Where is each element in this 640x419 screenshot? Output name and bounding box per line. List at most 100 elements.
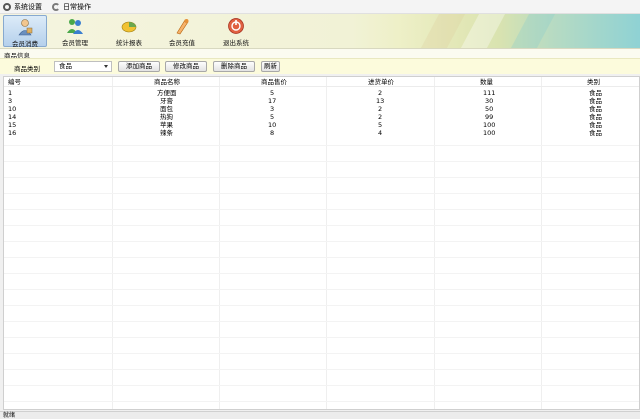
status-bar: 就绪 bbox=[0, 411, 640, 419]
member-consume-icon bbox=[16, 18, 34, 36]
status-text: 就绪 bbox=[3, 412, 16, 419]
column-header-category[interactable]: 类别 bbox=[587, 78, 600, 86]
cell-cost: 5 bbox=[378, 121, 383, 129]
cell-quantity: 111 bbox=[483, 89, 496, 97]
cell-name: 苹果 bbox=[160, 121, 173, 129]
cell-quantity: 100 bbox=[483, 121, 496, 129]
chevron-down-icon bbox=[104, 65, 108, 68]
toolbar-member-consume-label: 会员消费 bbox=[12, 40, 38, 48]
row-divider bbox=[4, 161, 639, 162]
cell-id: 16 bbox=[8, 129, 17, 137]
cell-id: 10 bbox=[8, 105, 17, 113]
row-divider bbox=[4, 305, 639, 306]
cell-id: 1 bbox=[8, 89, 13, 97]
report-icon bbox=[120, 17, 138, 35]
category-label: 商品类别 bbox=[14, 65, 40, 73]
cell-category: 食品 bbox=[589, 113, 602, 121]
cell-cost: 2 bbox=[378, 113, 383, 121]
toolbar-exit-label: 退出系统 bbox=[223, 39, 249, 47]
product-table: 编号 商品名称 商品售价 进货单价 数量 类别 1 方便面 5 2 111 食品… bbox=[3, 76, 640, 410]
refresh-button[interactable]: 刷新 bbox=[261, 61, 280, 72]
cell-price: 17 bbox=[268, 97, 277, 105]
cell-name: 辣条 bbox=[160, 129, 173, 137]
cell-id: 3 bbox=[8, 97, 13, 105]
cell-name: 牙膏 bbox=[160, 97, 173, 105]
column-header-cost[interactable]: 进货单价 bbox=[368, 78, 394, 86]
row-divider bbox=[4, 145, 639, 146]
row-divider bbox=[4, 241, 639, 242]
toolbar-decoration bbox=[420, 14, 466, 48]
row-divider bbox=[4, 257, 639, 258]
filter-row: 商品类别 食品 添加商品 修改商品 删除商品 刷新 bbox=[0, 58, 640, 74]
row-divider bbox=[4, 353, 639, 354]
cell-category: 食品 bbox=[589, 105, 602, 113]
cell-price: 10 bbox=[268, 121, 277, 129]
table-row[interactable]: 1 方便面 5 2 111 食品 bbox=[4, 89, 639, 97]
cell-category: 食品 bbox=[589, 121, 602, 129]
toolbar-decoration bbox=[460, 14, 506, 48]
cell-cost: 2 bbox=[378, 105, 383, 113]
toolbar-report-button[interactable]: 统计报表 bbox=[107, 15, 151, 47]
toolbar-member-manage-label: 会员管理 bbox=[62, 39, 88, 47]
cell-id: 14 bbox=[8, 113, 17, 121]
table-row[interactable]: 14 热狗 5 2 99 食品 bbox=[4, 113, 639, 121]
cell-cost: 13 bbox=[376, 97, 385, 105]
toolbar-exit-button[interactable]: 退出系统 bbox=[214, 15, 258, 47]
row-divider bbox=[4, 177, 639, 178]
cell-cost: 4 bbox=[378, 129, 383, 137]
category-select-value: 食品 bbox=[59, 62, 72, 70]
row-divider bbox=[4, 321, 639, 322]
member-manage-icon bbox=[66, 17, 84, 35]
toolbar-recharge-label: 会员充值 bbox=[169, 39, 195, 47]
column-header-quantity[interactable]: 数量 bbox=[480, 78, 493, 86]
row-divider bbox=[4, 369, 639, 370]
table-row[interactable]: 3 牙膏 17 13 30 食品 bbox=[4, 97, 639, 105]
column-header-price[interactable]: 商品售价 bbox=[261, 78, 287, 86]
menu-system-settings[interactable]: 系统设置 bbox=[3, 1, 42, 13]
exit-icon bbox=[227, 17, 245, 35]
menu-system-settings-label: 系统设置 bbox=[14, 2, 42, 11]
edit-product-button[interactable]: 修改商品 bbox=[165, 61, 207, 72]
cell-quantity: 50 bbox=[485, 105, 494, 113]
toolbar-member-manage-button[interactable]: 会员管理 bbox=[53, 15, 97, 47]
table-row[interactable]: 16 辣条 8 4 100 食品 bbox=[4, 129, 639, 137]
toolbar-report-label: 统计报表 bbox=[116, 39, 142, 47]
cell-quantity: 100 bbox=[483, 129, 496, 137]
row-divider bbox=[4, 273, 639, 274]
recharge-icon bbox=[173, 17, 191, 35]
row-divider bbox=[4, 225, 639, 226]
gear-icon bbox=[3, 2, 11, 11]
cell-quantity: 30 bbox=[485, 97, 494, 105]
cell-name: 热狗 bbox=[160, 113, 173, 121]
cell-name: 面包 bbox=[160, 105, 173, 113]
add-product-button[interactable]: 添加商品 bbox=[118, 61, 160, 72]
row-divider bbox=[4, 385, 639, 386]
cell-category: 食品 bbox=[589, 97, 602, 105]
cell-name: 方便面 bbox=[157, 89, 177, 97]
toolbar: 会员消费 会员管理 统计报表 会员充值 退出系统 bbox=[0, 14, 640, 48]
cell-price: 5 bbox=[270, 89, 275, 97]
menu-daily-operations[interactable]: 日常操作 bbox=[52, 1, 91, 13]
row-divider bbox=[4, 337, 639, 338]
category-select[interactable]: 食品 bbox=[54, 61, 112, 72]
product-info-section: 商品信息 商品类别 食品 添加商品 修改商品 删除商品 刷新 bbox=[0, 48, 640, 74]
cell-price: 3 bbox=[270, 105, 275, 113]
cell-category: 食品 bbox=[589, 129, 602, 137]
toolbar-member-consume-button[interactable]: 会员消费 bbox=[3, 15, 47, 48]
toolbar-recharge-button[interactable]: 会员充值 bbox=[160, 15, 204, 47]
table-row[interactable]: 10 面包 3 2 50 食品 bbox=[4, 105, 639, 113]
cell-price: 8 bbox=[270, 129, 275, 137]
table-row[interactable]: 15 苹果 10 5 100 食品 bbox=[4, 121, 639, 129]
row-divider bbox=[4, 193, 639, 194]
row-divider bbox=[4, 289, 639, 290]
column-header-name[interactable]: 商品名称 bbox=[154, 78, 180, 86]
delete-product-button[interactable]: 删除商品 bbox=[213, 61, 255, 72]
column-header-id[interactable]: 编号 bbox=[8, 78, 21, 86]
row-divider bbox=[4, 401, 639, 402]
cell-id: 15 bbox=[8, 121, 17, 129]
cell-quantity: 99 bbox=[485, 113, 494, 121]
cell-price: 5 bbox=[270, 113, 275, 121]
toolbar-decoration bbox=[510, 14, 556, 48]
menu-daily-operations-label: 日常操作 bbox=[63, 2, 91, 11]
table-header: 编号 商品名称 商品售价 进货单价 数量 类别 bbox=[4, 78, 639, 87]
